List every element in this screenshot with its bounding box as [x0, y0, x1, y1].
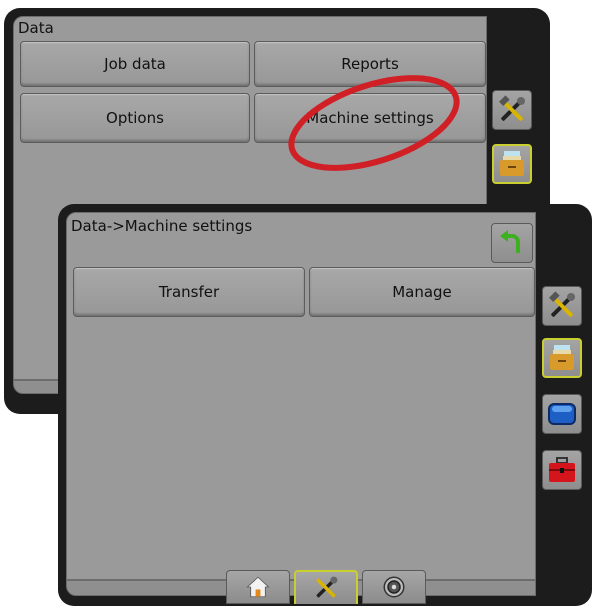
options-button[interactable]: Options	[20, 93, 250, 143]
page-title: Data->Machine settings	[71, 217, 253, 235]
page-title: Data	[18, 19, 54, 37]
job-data-button[interactable]: Job data	[20, 41, 250, 87]
tools-side-button[interactable]	[542, 286, 582, 326]
tab-guidance[interactable]	[362, 570, 426, 604]
tools-icon	[316, 576, 338, 598]
transfer-button[interactable]: Transfer	[73, 267, 305, 317]
machine-settings-panel: Data->Machine settings Transfer Manage	[66, 212, 536, 580]
front-screen: Data->Machine settings Transfer Manage	[58, 204, 592, 606]
return-arrow-icon	[500, 230, 520, 253]
home-icon	[246, 576, 270, 598]
reports-button[interactable]: Reports	[254, 41, 486, 87]
tools-side-button[interactable]	[492, 90, 532, 130]
display-side-button[interactable]	[542, 394, 582, 434]
data-side-button[interactable]	[542, 338, 582, 378]
data-drawer-icon	[500, 151, 524, 176]
data-drawer-icon	[550, 345, 574, 370]
back-button[interactable]	[491, 223, 533, 263]
tools-icon	[549, 291, 575, 317]
tab-tools[interactable]	[294, 570, 358, 604]
tab-home[interactable]	[226, 570, 290, 604]
machine-settings-button[interactable]: Machine settings	[254, 93, 486, 143]
display-icon	[548, 403, 576, 425]
guidance-icon	[383, 576, 405, 598]
data-side-button[interactable]	[492, 144, 532, 184]
toolbox-icon	[549, 457, 575, 482]
toolbox-side-button[interactable]	[542, 450, 582, 490]
manage-button[interactable]: Manage	[309, 267, 535, 317]
tools-icon	[499, 95, 525, 121]
